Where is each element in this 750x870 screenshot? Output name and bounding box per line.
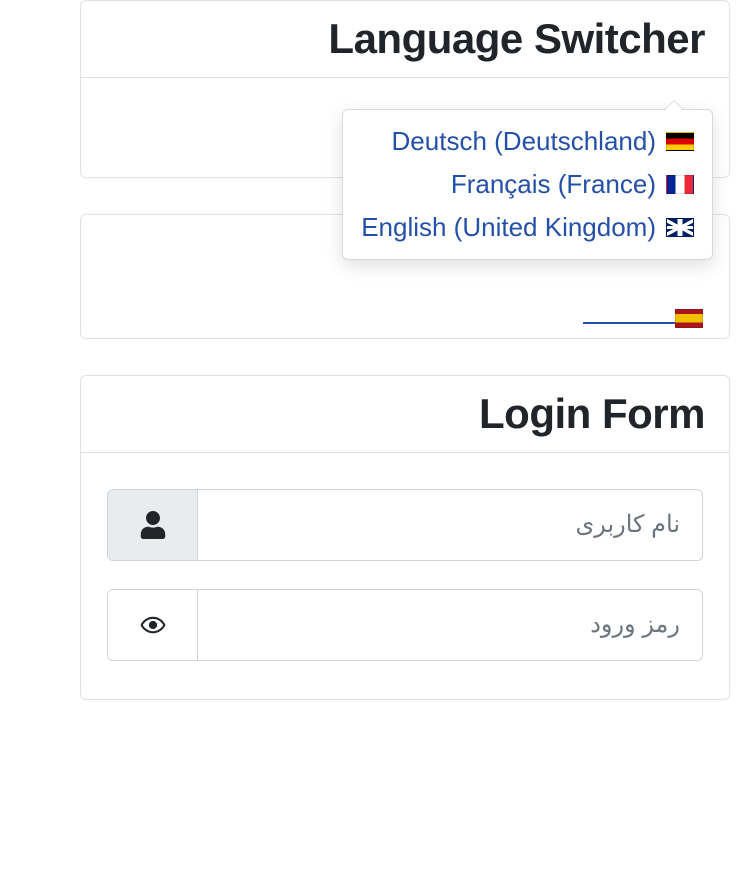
show-password-button[interactable] (108, 590, 198, 660)
login-form-card: Login Form (80, 375, 730, 700)
login-form-body (81, 453, 729, 699)
language-option-label: English (United Kingdom) (361, 212, 656, 243)
language-switcher-title: Language Switcher (105, 15, 705, 63)
uk-flag-icon (666, 218, 694, 237)
login-form-header: Login Form (81, 376, 729, 453)
spain-flag-icon (675, 309, 703, 328)
language-option-english[interactable]: English (United Kingdom) (361, 206, 694, 249)
language-switcher-card: Language Switcher فارس (Iran) Deutsch (D… (80, 0, 730, 178)
password-input[interactable] (198, 590, 702, 660)
language-option-french[interactable]: Français (France) (361, 163, 694, 206)
login-form-title: Login Form (105, 390, 705, 438)
language-switcher-header: Language Switcher (81, 1, 729, 78)
user-icon (140, 511, 166, 539)
language-dropdown: Deutsch (Deutschland) Français (France) … (342, 109, 713, 260)
language-option-label: Deutsch (Deutschland) (392, 126, 656, 157)
eye-icon (137, 614, 169, 636)
username-input[interactable] (198, 490, 702, 560)
username-addon (108, 490, 198, 560)
language-option-german[interactable]: Deutsch (Deutschland) (361, 120, 694, 163)
france-flag-icon (666, 175, 694, 194)
germany-flag-icon (666, 132, 694, 151)
language-option-label: Français (France) (451, 169, 656, 200)
password-group (107, 589, 703, 661)
username-group (107, 489, 703, 561)
